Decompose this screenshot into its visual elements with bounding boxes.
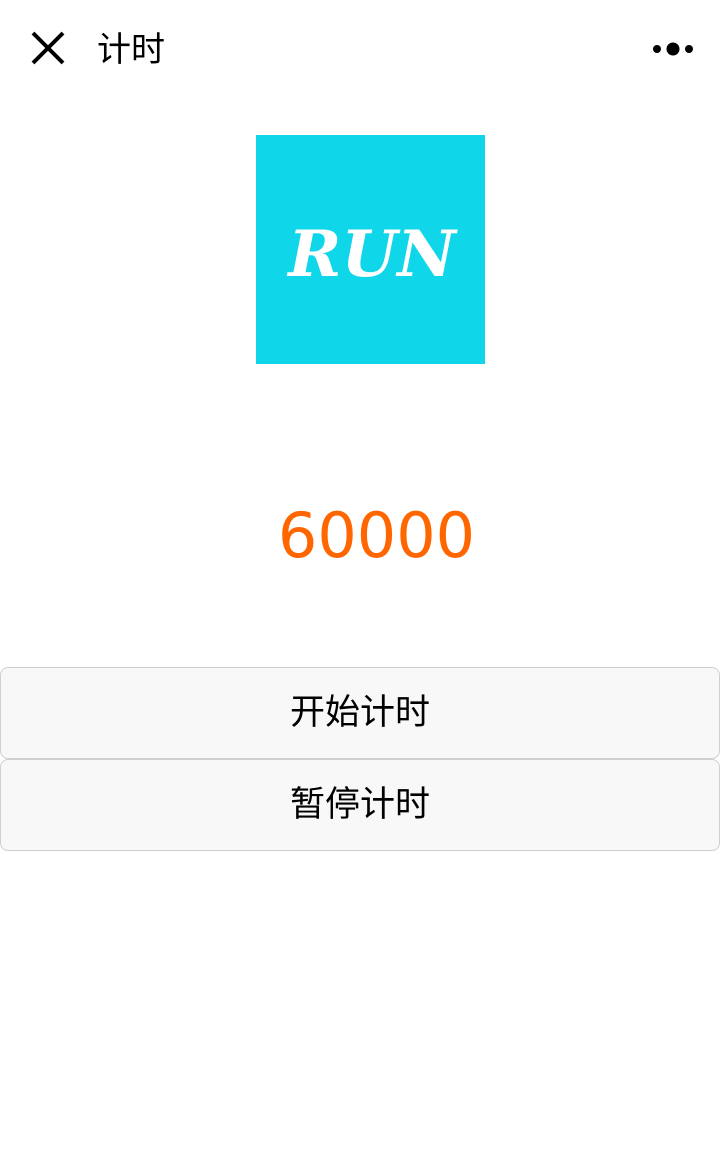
logo-text: RUN [286,217,458,292]
more-options-button[interactable] [644,28,702,70]
more-dots-icon [653,42,693,56]
run-logo-graphic: RUN [256,135,485,364]
close-button[interactable] [22,22,74,74]
timer-value: 60000 [277,499,476,572]
run-logo: RUN [256,135,485,364]
close-icon [31,31,65,65]
page-title: 计时 [97,30,165,70]
navigation-bar: 计时 [0,0,720,100]
start-timer-button[interactable]: 开始计时 [0,667,720,759]
timer-page: 计时 RUN 60000 开始计时 暂停计时 [0,0,720,1153]
pause-timer-button[interactable]: 暂停计时 [0,759,720,851]
